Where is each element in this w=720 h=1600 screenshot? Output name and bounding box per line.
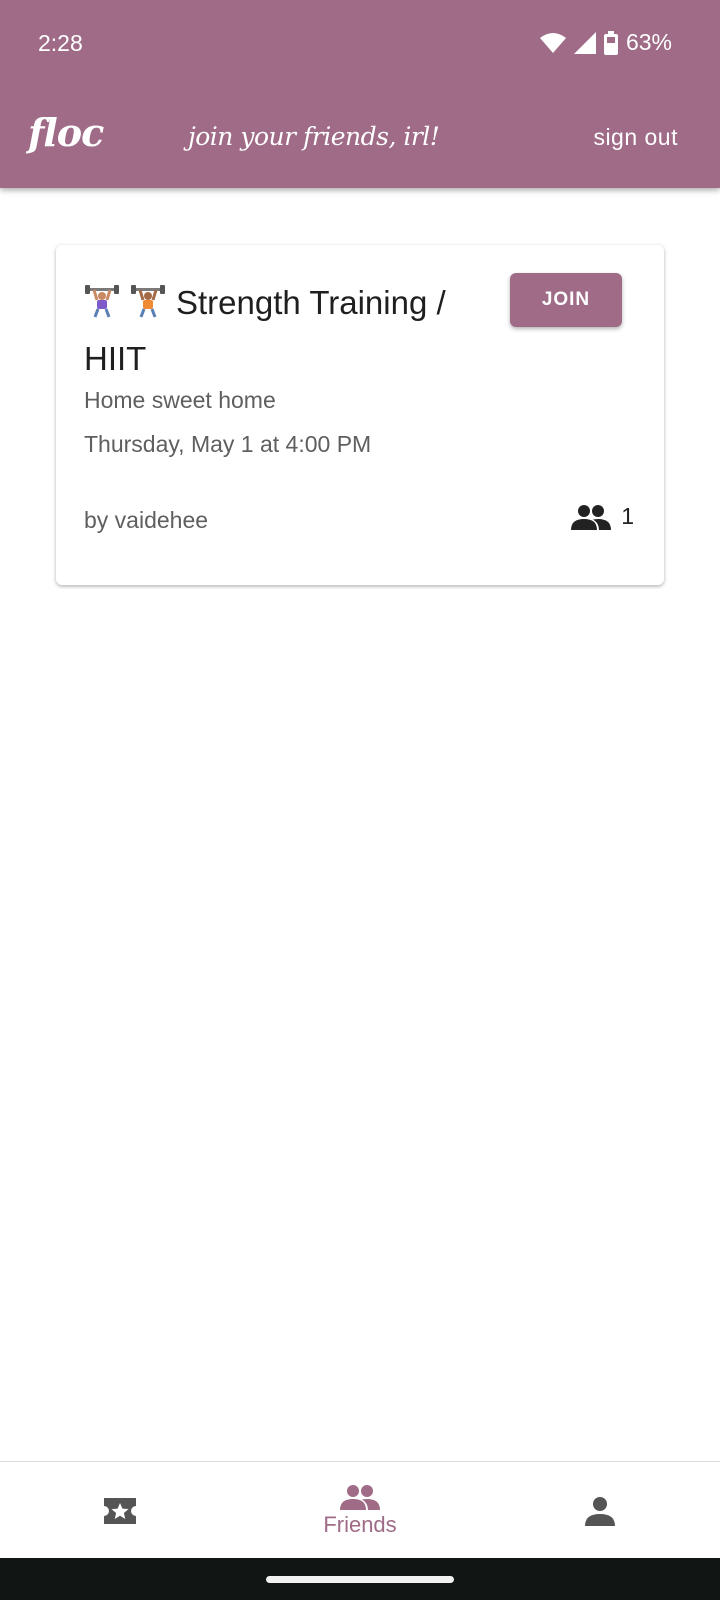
status-bar: 2:28 63% [0,0,720,90]
event-title-block: Strength Training / HIIT [84,275,494,387]
wifi-icon [539,32,566,53]
join-button[interactable]: JOIN [510,273,622,327]
people-icon [571,504,612,530]
system-gesture-bar [0,1558,720,1600]
attendee-count: 1 [571,503,634,530]
toolbar: floc join your friends, irl! sign out [0,100,720,180]
nav-item-friends[interactable]: Friends [240,1462,480,1559]
battery-icon [603,30,618,55]
nav-item-events[interactable] [0,1462,240,1559]
attendee-count-value: 1 [621,503,634,529]
app-logo[interactable]: floc [28,110,104,155]
app-bar: 2:28 63% floc join your friends, irl! si… [0,0,720,188]
event-location: Home sweet home [84,387,276,413]
weight-lifter-emoji-orange [131,285,165,318]
battery-percent: 63% [625,29,672,55]
person-icon [585,1496,615,1526]
app-tagline: join your friends, irl! [188,122,440,151]
people-icon [340,1484,380,1510]
nav-label-friends: Friends [323,1511,397,1537]
status-time: 2:28 [38,30,83,56]
ticket-star-icon [104,1497,136,1524]
weight-lifter-emoji-purple [85,285,119,318]
bottom-navigation: Friends [0,1461,720,1558]
nav-item-profile[interactable] [480,1462,720,1559]
event-host: by vaidehee [84,507,209,533]
cell-signal-icon [573,31,596,54]
sign-out-button[interactable]: sign out [593,124,678,151]
event-datetime: Thursday, May 1 at 4:00 PM [84,431,372,457]
status-indicators: 63% [539,29,672,56]
home-gesture-handle[interactable] [266,1576,454,1583]
event-card[interactable]: Strength Training / HIIT JOIN Home sweet… [56,245,664,585]
